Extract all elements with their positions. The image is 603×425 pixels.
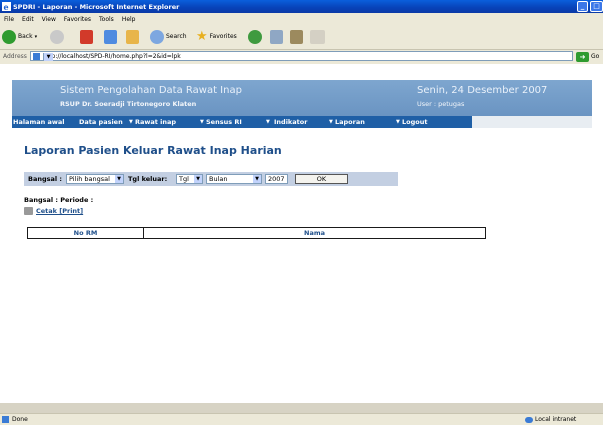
print-button[interactable]	[290, 28, 303, 45]
print-icon	[290, 29, 303, 44]
nav-data-pasien[interactable]: Data pasien	[79, 118, 123, 126]
nav-rawat-inap[interactable]: Rawat inap	[135, 118, 176, 126]
mail-icon	[270, 29, 283, 44]
page-icon	[33, 53, 40, 60]
nav-logout[interactable]: Logout	[402, 118, 427, 126]
bangsal-select[interactable]: Pilih bangsal ▼	[66, 174, 124, 184]
tgl-keluar-label: Tgl keluar:	[128, 175, 168, 183]
status-bar: Done Local intranet	[0, 413, 603, 425]
page-done-icon	[2, 416, 9, 423]
favorites-button[interactable]: ★ Favorites	[196, 28, 237, 45]
chevron-down-icon: ▼	[194, 175, 202, 183]
back-arrow-icon	[2, 29, 16, 44]
back-button[interactable]: Back ▾	[2, 28, 37, 45]
maximize-button[interactable]: □	[590, 1, 603, 12]
report-info: Bangsal : Periode :	[24, 196, 94, 204]
printer-icon	[24, 207, 33, 215]
ok-button[interactable]: OK	[295, 174, 348, 184]
nav-indikator[interactable]: Indikator	[274, 118, 307, 126]
chevron-down-icon: ▼	[115, 175, 123, 183]
history-icon	[248, 29, 262, 44]
edit-icon	[310, 29, 325, 44]
nav-arrow-icon: ▼	[329, 119, 333, 125]
nav-arrow-icon: ▼	[200, 119, 204, 125]
print-link[interactable]: Cetak [Print]	[36, 207, 83, 215]
address-input[interactable]: http://localhost/SPD-RI/home.php?l=2&id=…	[30, 51, 573, 61]
ie-icon: e	[2, 2, 11, 12]
search-icon	[150, 29, 164, 44]
nav-laporan[interactable]: Laporan	[335, 118, 365, 126]
chevron-down-icon: ▼	[253, 175, 261, 183]
table-header-row: No RM Nama	[27, 227, 486, 239]
window-titlebar: e SPDRI - Laporan - Microsoft Internet E…	[0, 0, 603, 13]
nav-sensus-ri[interactable]: Sensus RI	[206, 118, 242, 126]
main-nav: Halaman awal Data pasien ▼ Rawat inap ▼ …	[12, 116, 472, 128]
go-button[interactable]: ➜ Go Li	[576, 51, 603, 62]
stop-button[interactable]	[80, 28, 93, 45]
nav-halaman-awal[interactable]: Halaman awal	[13, 118, 65, 126]
svg-text:e: e	[4, 2, 9, 11]
menu-bar: File Edit View Favorites Tools Help	[0, 13, 603, 25]
filter-bar: Bangsal : Pilih bangsal ▼ Tgl keluar: Tgl…	[24, 172, 398, 186]
menu-favorites[interactable]: Favorites	[60, 13, 95, 23]
horizontal-scrollbar[interactable]	[0, 403, 603, 413]
refresh-button[interactable]	[104, 28, 117, 45]
menu-view[interactable]: View	[38, 13, 60, 23]
page-content: Sistem Pengolahan Data Rawat Inap RSUP D…	[0, 64, 603, 403]
print-link-row: Cetak [Print]	[24, 207, 83, 215]
history-button[interactable]	[248, 28, 262, 45]
home-button[interactable]	[126, 28, 139, 45]
tgl-select[interactable]: Tgl ▼	[176, 174, 203, 184]
menu-edit[interactable]: Edit	[18, 13, 38, 23]
address-bar: Address http://localhost/SPD-RI/home.php…	[0, 50, 603, 63]
hospital-name: RSUP Dr. Soeradji Tirtonegoro Klaten	[60, 100, 197, 108]
refresh-icon	[104, 29, 117, 44]
address-label: Address	[3, 53, 27, 60]
site-header: Sistem Pengolahan Data Rawat Inap RSUP D…	[12, 80, 592, 116]
menu-file[interactable]: File	[0, 13, 18, 23]
menu-help[interactable]: Help	[118, 13, 140, 23]
nav-arrow-icon: ▼	[396, 119, 400, 125]
bulan-select[interactable]: Bulan ▼	[206, 174, 262, 184]
go-arrow-icon: ➜	[576, 51, 589, 62]
star-icon: ★	[196, 29, 208, 44]
chevron-down-icon: ▾	[34, 33, 38, 40]
forward-button[interactable]	[50, 28, 64, 45]
intranet-icon	[525, 416, 533, 423]
current-user: User : petugas	[417, 100, 465, 108]
col-nama: Nama	[143, 227, 486, 239]
page-title: Laporan Pasien Keluar Rawat Inap Harian	[24, 144, 282, 157]
stop-icon	[80, 29, 93, 44]
report-table: No RM Nama	[27, 227, 486, 239]
chevron-down-icon[interactable]: ▼	[43, 53, 53, 61]
window-title: SPDRI - Laporan - Microsoft Internet Exp…	[13, 3, 180, 11]
edit-button[interactable]	[310, 28, 325, 45]
menu-tools[interactable]: Tools	[95, 13, 118, 23]
browser-toolbar: Back ▾ Search ★ Favorites	[0, 25, 603, 50]
home-icon	[126, 29, 139, 44]
bangsal-label: Bangsal :	[28, 175, 62, 183]
status-text: Done	[12, 416, 28, 423]
col-no-rm: No RM	[27, 227, 144, 239]
forward-arrow-icon	[50, 29, 64, 44]
nav-arrow-icon: ▼	[266, 119, 270, 125]
year-input[interactable]: 2007	[265, 174, 288, 184]
current-date: Senin, 24 Desember 2007	[417, 85, 548, 96]
nav-arrow-icon: ▼	[129, 119, 133, 125]
search-button[interactable]: Search	[150, 28, 187, 45]
security-zone: Local intranet	[525, 416, 576, 423]
nav-filler	[472, 116, 592, 128]
mail-button[interactable]	[270, 28, 283, 45]
system-title: Sistem Pengolahan Data Rawat Inap	[60, 85, 242, 96]
minimize-button[interactable]: _	[577, 1, 588, 12]
